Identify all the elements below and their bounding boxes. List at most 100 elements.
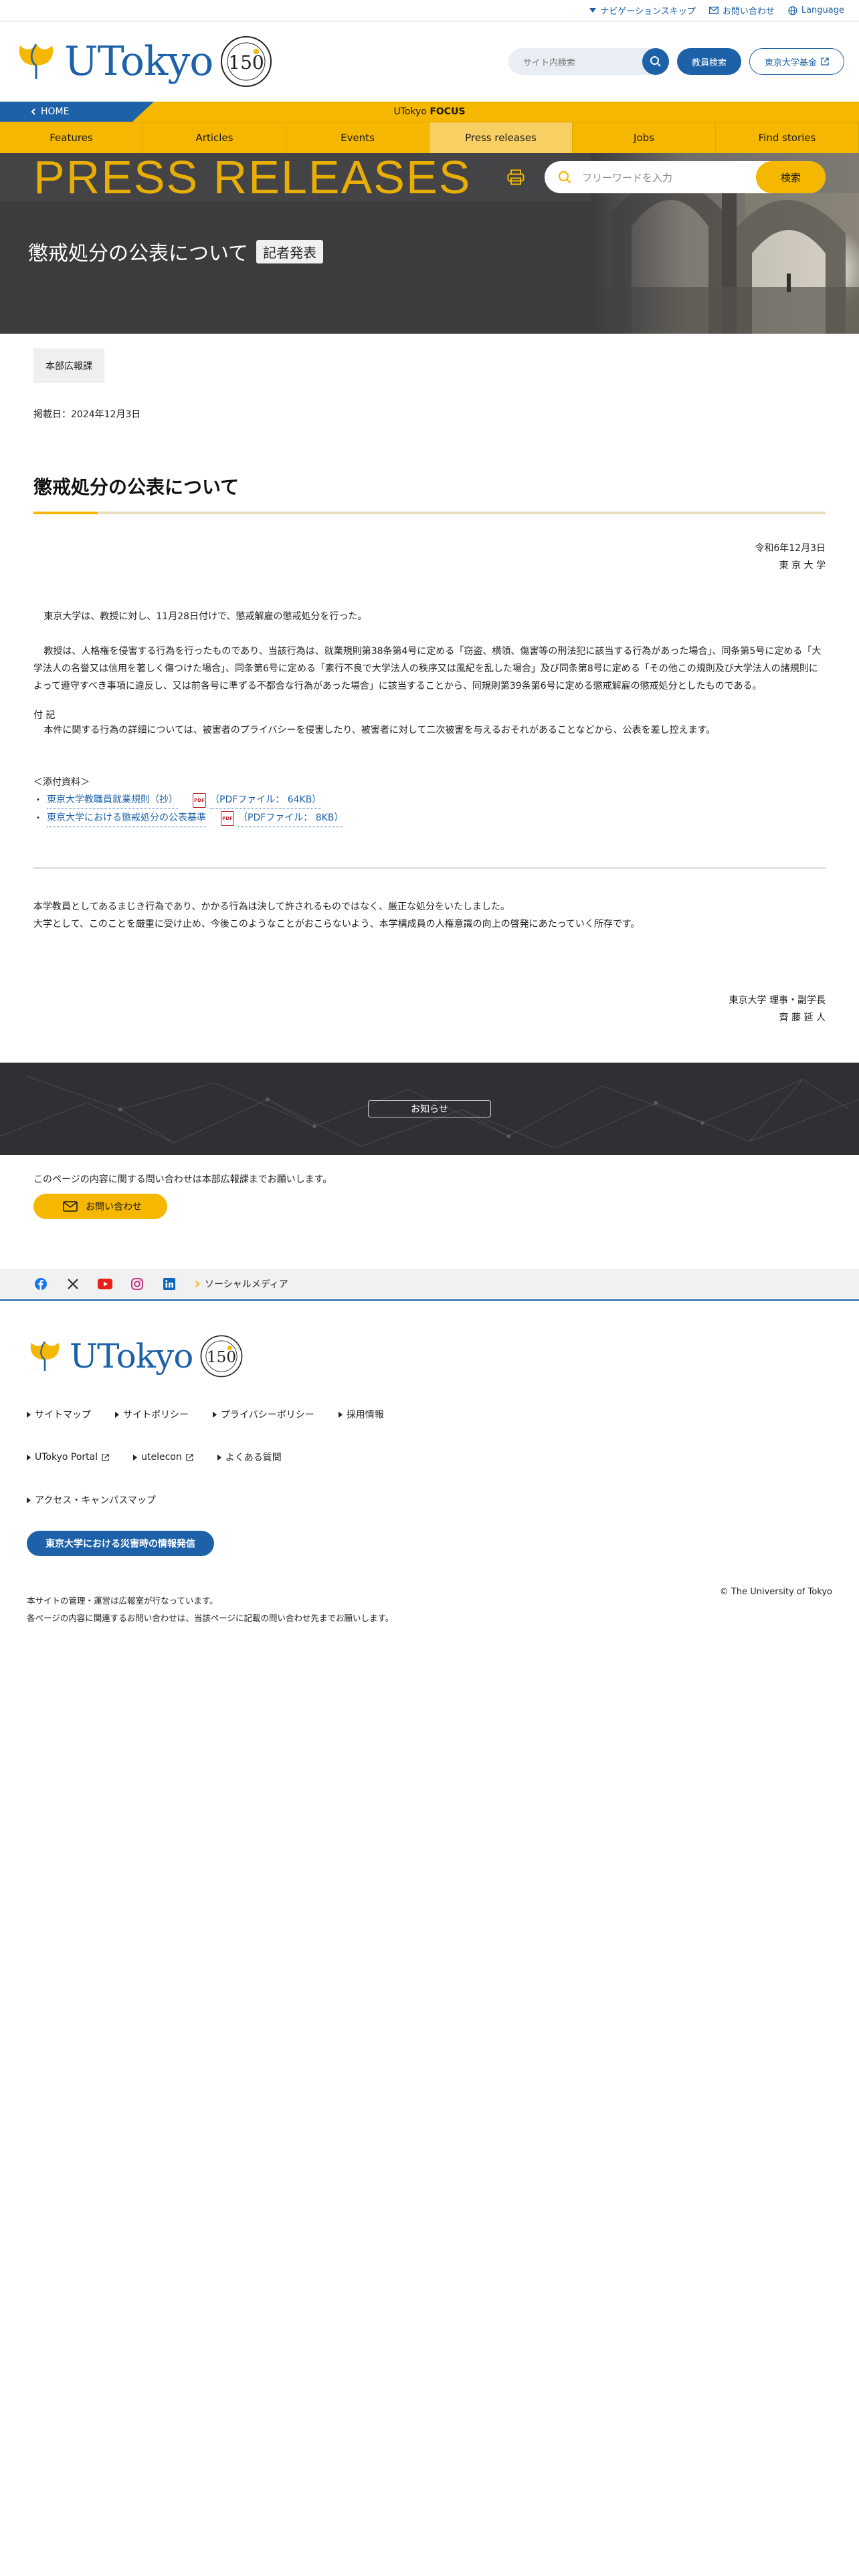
chevron-right-icon (195, 1281, 199, 1287)
body-paragraph-2: 教授は、人格権を侵害する行為を行ったものであり、当該行為は、就業規則第38条第4… (33, 646, 822, 691)
caret-right-icon (133, 1454, 138, 1461)
footer-link-label: utelecon (141, 1452, 182, 1463)
contact-button-label: お問い合わせ (86, 1202, 142, 1212)
tab-events[interactable]: Events (286, 122, 430, 153)
site-search-button[interactable] (642, 48, 669, 75)
focus-bar: HOME UTokyo FOCUS (0, 102, 859, 122)
tab-jobs[interactable]: Jobs (573, 122, 716, 153)
contact-button[interactable]: お問い合わせ (33, 1194, 167, 1219)
x-icon[interactable] (63, 1274, 83, 1294)
youtube-icon[interactable] (95, 1274, 115, 1294)
utokyo-focus-label[interactable]: UTokyo FOCUS (393, 106, 465, 117)
footer-link-label: プライバシーポリシー (221, 1410, 314, 1420)
footer-link-utokyo-portal[interactable]: UTokyo Portal (27, 1451, 109, 1464)
skip-navigation-label: ナビゲーションスキップ (600, 7, 696, 17)
focus-label-prefix: UTokyo (393, 106, 427, 117)
footer-link-label: サイトマップ (35, 1410, 91, 1420)
caret-right-icon (27, 1497, 31, 1503)
faculty-search-button[interactable]: 教員検索 (676, 48, 741, 75)
chevron-left-icon (31, 108, 35, 115)
social-media-bar: ソーシャルメディア (0, 1269, 859, 1301)
footer-link-access[interactable]: アクセス・キャンパスマップ (27, 1493, 156, 1507)
attachment-item: ・ 東京大学における懲戒処分の公表基準 PDF （PDFファイル： 8KB） (33, 809, 826, 827)
skip-navigation-link[interactable]: ナビゲーションスキップ (589, 4, 696, 17)
caret-right-icon (217, 1454, 221, 1461)
site-logo[interactable]: UTokyo 150 (15, 35, 273, 88)
footer-logo-wordmark: UTokyo (70, 1337, 193, 1376)
section-divider (33, 867, 826, 869)
posted-date: 掲載日：2024年12月3日 (33, 409, 141, 420)
footer-link-label: サイトポリシー (123, 1410, 189, 1420)
footer-link-label: よくある質問 (225, 1453, 282, 1463)
facebook-icon[interactable] (31, 1274, 51, 1294)
title-underline (33, 512, 826, 514)
copyright: © The University of Tokyo (719, 1587, 832, 1597)
logo-wordmark: UTokyo (64, 38, 213, 85)
footer-meta-line-1: 本サイトの管理・運営は広報室が行なっています。 (27, 1596, 218, 1606)
keyword-search-input[interactable]: フリーワードを入力 検索 (545, 161, 826, 193)
footer-link-recruit[interactable]: 採用情報 (338, 1408, 384, 1421)
svg-text:150: 150 (229, 51, 264, 74)
note-text: 本件に関する行為の詳細については、被害者のプライバシーを侵害したり、被害者に対し… (43, 725, 716, 736)
keyword-search-button[interactable]: 検索 (756, 161, 826, 193)
notice-banner: お知らせ (0, 1063, 859, 1155)
site-header: UTokyo 150 サイト内検索 教員検索 東京大学基金 (0, 21, 859, 102)
search-icon (650, 56, 661, 67)
footer-logo[interactable]: UTokyo 150 (27, 1334, 832, 1378)
closing-statement: 本学教員としてあるまじき行為であり、かかる行為は決して許されるものではなく、厳正… (33, 898, 826, 933)
contact-section: このページの内容に関する問い合わせは本部広報課までお願いします。 お問い合わせ (0, 1155, 859, 1219)
external-link-icon (186, 1453, 193, 1461)
footer-link-label: 採用情報 (346, 1410, 384, 1420)
hero-title-text: 懲戒処分の公表について (28, 242, 249, 265)
home-label: HOME (41, 106, 70, 117)
linkedin-icon[interactable] (159, 1274, 179, 1294)
language-label: Language (801, 5, 844, 15)
footer-link-label: UTokyo Portal (35, 1452, 98, 1463)
print-icon[interactable] (507, 169, 524, 185)
hero-banner: PRESS RELEASES フリーワードを入力 検索 懲戒処分の公表について … (0, 153, 859, 334)
signatory-name: 齊 藤 延 人 (779, 1012, 826, 1023)
note-heading: 付 記 (33, 710, 56, 721)
caret-right-icon (213, 1411, 217, 1418)
attachment-size[interactable]: （PDFファイル： 8KB） (238, 809, 344, 827)
site-footer: UTokyo 150 サイトマップ サイトポリシー プライバシーポリシー 採用情… (0, 1301, 859, 1883)
mail-icon (63, 1201, 78, 1212)
tab-find-stories[interactable]: Find stories (716, 122, 859, 153)
mail-icon (708, 7, 719, 14)
globe-icon (788, 5, 797, 15)
footer-link-sitemap[interactable]: サイトマップ (27, 1408, 91, 1421)
hero-tools: フリーワードを入力 検索 (507, 161, 826, 193)
external-link-icon (821, 58, 829, 66)
press-tag-badge: 記者発表 (256, 239, 324, 263)
footer-link-utelecon[interactable]: utelecon (133, 1451, 193, 1464)
disaster-info-button[interactable]: 東京大学における災害時の情報発信 (27, 1531, 214, 1556)
ginkgo-leaf-icon (19, 43, 54, 79)
site-search-input[interactable]: サイト内検索 (508, 48, 669, 75)
attachment-link-work-rules[interactable]: 東京大学教職員就業規則（抄） (47, 791, 178, 809)
fund-button[interactable]: 東京大学基金 (749, 48, 844, 75)
issuer-org: 東 京 大 学 (779, 560, 826, 571)
pdf-icon: PDF (193, 792, 206, 808)
body-paragraph-1: 東京大学は、教授に対し、11月28日付けで、懲戒解雇の懲戒処分を行った。 (43, 611, 367, 622)
home-link[interactable]: HOME (0, 102, 154, 122)
tab-press-releases[interactable]: Press releases (430, 122, 573, 153)
footer-link-site-policy[interactable]: サイトポリシー (115, 1408, 189, 1421)
attachment-link-disclosure-standard[interactable]: 東京大学における懲戒処分の公表基準 (47, 809, 206, 827)
contact-text: このページの内容に関する問い合わせは本部広報課までお願いします。 (33, 1174, 332, 1185)
tab-articles[interactable]: Articles (143, 122, 286, 153)
attachments-heading: ＜添付資料＞ (33, 777, 90, 788)
attachments: ＜添付資料＞ ・ 東京大学教職員就業規則（抄） PDF （PDFファイル： 64… (33, 774, 826, 827)
instagram-icon[interactable] (127, 1274, 147, 1294)
footer-link-faq[interactable]: よくある質問 (217, 1451, 282, 1464)
social-media-text: ソーシャルメディア (205, 1279, 288, 1290)
utility-contact-link[interactable]: お問い合わせ (708, 4, 775, 17)
signature: 東京大学 理事・副学長 齊 藤 延 人 (33, 992, 826, 1027)
footer-link-privacy[interactable]: プライバシーポリシー (213, 1408, 314, 1421)
svg-text:150: 150 (207, 1349, 236, 1366)
notice-button[interactable]: お知らせ (368, 1100, 491, 1117)
attachment-size[interactable]: （PDFファイル： 64KB） (210, 791, 322, 809)
tab-features[interactable]: Features (0, 122, 143, 153)
article-title: 懲戒処分の公表について (33, 476, 240, 498)
header-actions: サイト内検索 教員検索 東京大学基金 (508, 48, 844, 75)
language-link[interactable]: Language (788, 5, 844, 15)
